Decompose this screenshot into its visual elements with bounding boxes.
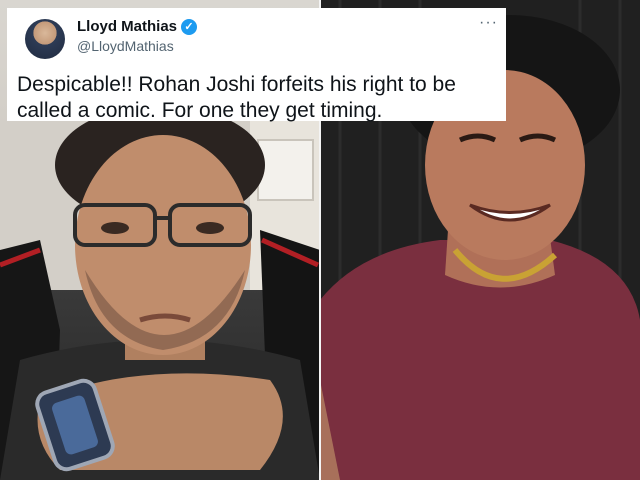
- display-name-row: Lloyd Mathias ✓: [77, 18, 198, 35]
- more-options-icon[interactable]: ···: [479, 14, 498, 32]
- tweet-header: Lloyd Mathias ✓ @LloydMathias: [17, 15, 496, 59]
- display-name[interactable]: Lloyd Mathias: [77, 18, 177, 35]
- tweet-author: Lloyd Mathias ✓ @LloydMathias: [77, 18, 198, 54]
- tweet-card[interactable]: Lloyd Mathias ✓ @LloydMathias ··· Despic…: [7, 8, 506, 122]
- avatar[interactable]: [25, 19, 65, 59]
- user-handle[interactable]: @LloydMathias: [77, 38, 197, 54]
- tweet-text: Despicable!! Rohan Joshi forfeits his ri…: [17, 73, 456, 122]
- verified-badge-icon: ✓: [181, 18, 198, 35]
